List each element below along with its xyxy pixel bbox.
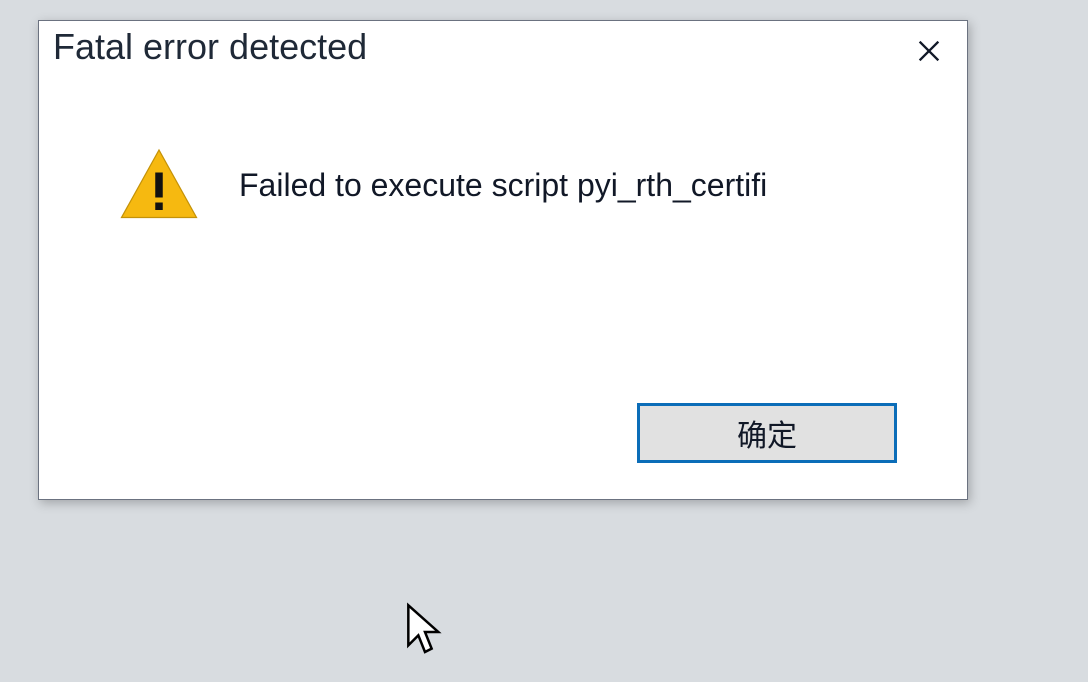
mouse-cursor-icon [405,602,445,652]
warning-icon [119,145,199,225]
error-message: Failed to execute script pyi_rth_certifi [239,167,767,204]
error-dialog: Fatal error detected Failed to execute s… [38,20,968,500]
titlebar: Fatal error detected [39,21,967,85]
close-icon [915,37,943,65]
close-button[interactable] [905,27,953,75]
button-row: 确定 [637,403,897,463]
dialog-title: Fatal error detected [53,27,367,67]
ok-button[interactable]: 确定 [637,403,897,463]
dialog-content: Failed to execute script pyi_rth_certifi [39,85,967,245]
